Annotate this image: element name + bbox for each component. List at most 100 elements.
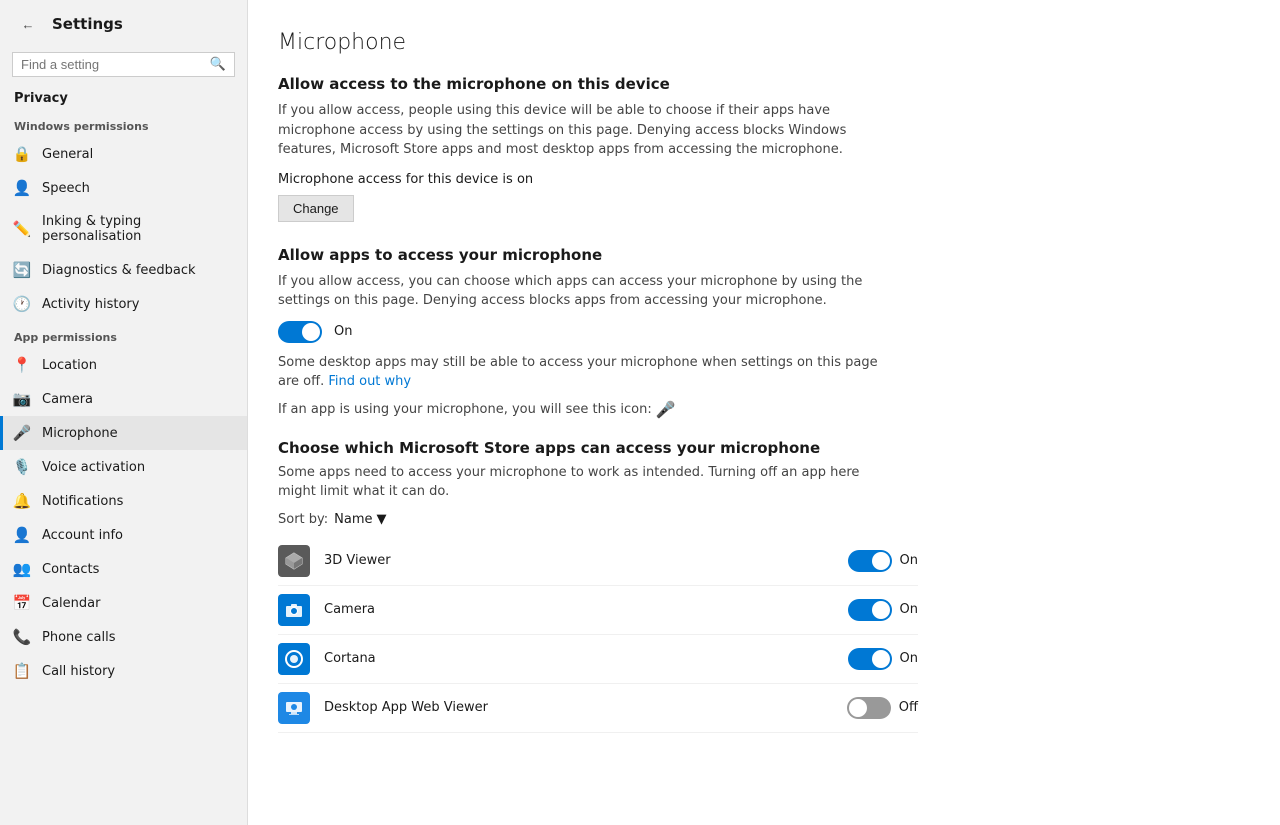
sidebar-item-label: Notifications xyxy=(42,494,123,509)
app-toggle-label-cortana: On xyxy=(900,651,918,666)
device-status-text: Microphone access for this device is on xyxy=(278,172,1240,187)
app-row-cortana: Cortana On xyxy=(278,635,918,684)
sidebar-item-location[interactable]: 📍 Location xyxy=(0,348,247,382)
camera-icon: 📷 xyxy=(14,391,30,407)
sort-value: Name xyxy=(334,512,372,527)
find-out-why-link[interactable]: Find out why xyxy=(328,374,411,389)
sidebar-item-label: Microphone xyxy=(42,426,118,441)
app-name-desktopweb: Desktop App Web Viewer xyxy=(324,700,833,715)
calendar-icon: 📅 xyxy=(14,595,30,611)
allow-apps-toggle-label: On xyxy=(334,324,352,339)
app-toggle-area-desktopweb: Off xyxy=(847,697,918,719)
change-button[interactable]: Change xyxy=(278,195,354,222)
privacy-label: Privacy xyxy=(0,85,247,110)
sidebar-item-label: Contacts xyxy=(42,562,99,577)
general-icon: 🔒 xyxy=(14,146,30,162)
search-input[interactable] xyxy=(21,57,204,72)
allow-apps-title: Allow apps to access your microphone xyxy=(278,246,1240,264)
phone-icon: 📞 xyxy=(14,629,30,645)
sidebar-item-label: Phone calls xyxy=(42,630,116,645)
choose-apps-section: Choose which Microsoft Store apps can ac… xyxy=(278,439,1240,733)
app-row-desktopweb: Desktop App Web Viewer Off xyxy=(278,684,918,733)
sidebar-item-label: Location xyxy=(42,358,97,373)
sidebar-item-label: Inking & typing personalisation xyxy=(42,214,233,244)
app-toggle-desktopweb[interactable] xyxy=(847,697,891,719)
allow-device-desc: If you allow access, people using this d… xyxy=(278,101,878,160)
inking-icon: ✏️ xyxy=(14,221,30,237)
choose-apps-title: Choose which Microsoft Store apps can ac… xyxy=(278,439,1240,457)
sidebar-item-label: Call history xyxy=(42,664,115,679)
app-toggle-label-desktopweb: Off xyxy=(899,700,918,715)
app-toggle-area-3dviewer: On xyxy=(848,550,918,572)
allow-apps-desc: If you allow access, you can choose whic… xyxy=(278,272,878,311)
microphone-use-icon: 🎤 xyxy=(656,400,676,419)
allow-apps-toggle[interactable] xyxy=(278,321,322,343)
sidebar-title: Settings xyxy=(52,15,123,33)
app-row-camera: Camera On xyxy=(278,586,918,635)
app-toggle-label-3dviewer: On xyxy=(900,553,918,568)
sidebar-item-label: Activity history xyxy=(42,297,139,312)
back-button[interactable]: ← xyxy=(14,10,42,38)
location-icon: 📍 xyxy=(14,357,30,373)
app-row-3dviewer: 3D Viewer On xyxy=(278,537,918,586)
sidebar-item-callhistory[interactable]: 📋 Call history xyxy=(0,654,247,688)
sidebar-item-diagnostics[interactable]: 🔄 Diagnostics & feedback xyxy=(0,253,247,287)
choose-apps-desc: Some apps need to access your microphone… xyxy=(278,463,878,502)
sidebar-item-general[interactable]: 🔒 General xyxy=(0,137,247,171)
sidebar-header: ← Settings xyxy=(0,0,247,48)
callhistory-icon: 📋 xyxy=(14,663,30,679)
notifications-icon: 🔔 xyxy=(14,493,30,509)
sidebar-item-account[interactable]: 👤 Account info xyxy=(0,518,247,552)
sidebar-item-phone[interactable]: 📞 Phone calls xyxy=(0,620,247,654)
microphone-icon: 🎤 xyxy=(14,425,30,441)
sidebar-item-label: Diagnostics & feedback xyxy=(42,263,196,278)
sort-label: Sort by: xyxy=(278,512,328,527)
sidebar: ← Settings 🔍 Privacy Windows permissions… xyxy=(0,0,248,825)
app-name-3dviewer: 3D Viewer xyxy=(324,553,834,568)
sort-dropdown[interactable]: Name ▼ xyxy=(334,512,386,527)
sidebar-item-inking[interactable]: ✏️ Inking & typing personalisation xyxy=(0,205,247,253)
desktop-note: Some desktop apps may still be able to a… xyxy=(278,353,878,392)
app-icon-camera xyxy=(278,594,310,626)
app-name-camera: Camera xyxy=(324,602,834,617)
sidebar-item-voice[interactable]: 🎙️ Voice activation xyxy=(0,450,247,484)
app-toggle-area-cortana: On xyxy=(848,648,918,670)
allow-apps-toggle-row: On xyxy=(278,321,1240,343)
sidebar-item-label: Calendar xyxy=(42,596,100,611)
voice-icon: 🎙️ xyxy=(14,459,30,475)
app-toggle-3dviewer[interactable] xyxy=(848,550,892,572)
sort-row: Sort by: Name ▼ xyxy=(278,512,1240,527)
app-name-cortana: Cortana xyxy=(324,651,834,666)
sidebar-item-microphone[interactable]: 🎤 Microphone xyxy=(0,416,247,450)
allow-device-section: Allow access to the microphone on this d… xyxy=(278,75,1240,246)
app-icon-cortana xyxy=(278,643,310,675)
sidebar-item-label: Speech xyxy=(42,181,90,196)
sidebar-item-camera[interactable]: 📷 Camera xyxy=(0,382,247,416)
sidebar-item-contacts[interactable]: 👥 Contacts xyxy=(0,552,247,586)
app-toggle-area-camera: On xyxy=(848,599,918,621)
sidebar-item-label: Account info xyxy=(42,528,123,543)
app-toggle-camera[interactable] xyxy=(848,599,892,621)
app-toggle-cortana[interactable] xyxy=(848,648,892,670)
windows-permissions-label: Windows permissions xyxy=(0,110,247,137)
search-icon: 🔍 xyxy=(210,57,226,72)
app-icon-3dviewer xyxy=(278,545,310,577)
speech-icon: 👤 xyxy=(14,180,30,196)
diagnostics-icon: 🔄 xyxy=(14,262,30,278)
activity-icon: 🕐 xyxy=(14,296,30,312)
page-title: Microphone xyxy=(278,30,1240,55)
sidebar-item-label: Voice activation xyxy=(42,460,145,475)
sidebar-item-label: General xyxy=(42,147,93,162)
search-box: 🔍 xyxy=(12,52,235,77)
sidebar-item-notifications[interactable]: 🔔 Notifications xyxy=(0,484,247,518)
sidebar-item-calendar[interactable]: 📅 Calendar xyxy=(0,586,247,620)
main-content: Microphone Allow access to the microphon… xyxy=(248,0,1280,825)
mic-icon-note: If an app is using your microphone, you … xyxy=(278,400,1240,419)
allow-apps-section: Allow apps to access your microphone If … xyxy=(278,246,1240,419)
sidebar-item-activity[interactable]: 🕐 Activity history xyxy=(0,287,247,321)
app-toggle-label-camera: On xyxy=(900,602,918,617)
app-icon-desktopweb xyxy=(278,692,310,724)
app-permissions-label: App permissions xyxy=(0,321,247,348)
sidebar-item-speech[interactable]: 👤 Speech xyxy=(0,171,247,205)
contacts-icon: 👥 xyxy=(14,561,30,577)
